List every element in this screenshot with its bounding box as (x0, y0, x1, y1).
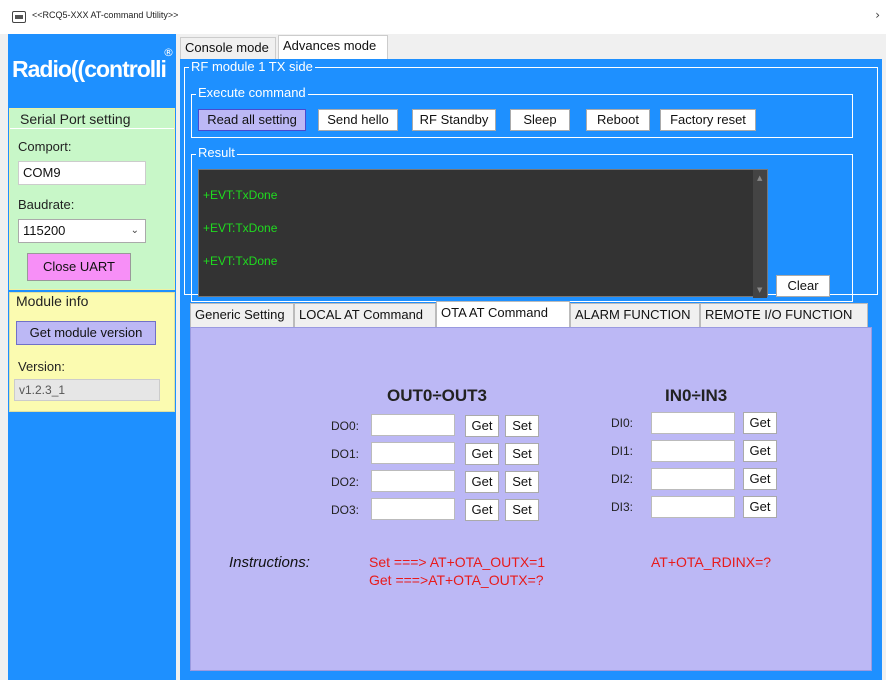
window-title: <<RCQ5-XXX AT-command Utility>> (32, 10, 179, 20)
title-bar: <<RCQ5-XXX AT-command Utility>> › (0, 0, 886, 34)
baudrate-value: 115200 (23, 223, 66, 238)
rf-module-legend: RF module 1 TX side (189, 59, 315, 74)
rf-standby-button[interactable]: RF Standby (412, 109, 496, 131)
do0-label: DO0: (331, 419, 360, 433)
do3-get-button[interactable]: Get (465, 499, 499, 521)
execute-command-group: Execute command Read all setting Send he… (191, 85, 853, 138)
console-line: +EVT:TxDone (203, 188, 278, 202)
do2-field[interactable] (371, 470, 455, 492)
baudrate-label: Baudrate: (18, 197, 75, 212)
execute-command-legend: Execute command (196, 85, 308, 100)
read-all-setting-button[interactable]: Read all setting (198, 109, 306, 131)
do1-field[interactable] (371, 442, 455, 464)
di0-field[interactable] (651, 412, 735, 434)
send-hello-button[interactable]: Send hello (318, 109, 398, 131)
console-line: +EVT:TxDone (203, 254, 278, 268)
di0-label: DI0: (611, 416, 634, 430)
do2-label: DO2: (331, 475, 360, 489)
do3-label: DO3: (331, 503, 360, 517)
clear-button[interactable]: Clear (776, 275, 830, 297)
tab-advances-mode[interactable]: Advances mode (278, 35, 388, 59)
serial-port-group: Serial Port setting Comport: COM9 Baudra… (9, 108, 175, 290)
scroll-down-icon[interactable]: ▼ (757, 286, 762, 294)
instruction-get: Get ===>AT+OTA_OUTX=? (369, 572, 544, 588)
comport-field[interactable]: COM9 (18, 161, 146, 185)
registered-mark: ® (163, 46, 174, 59)
tab-remote-io-function[interactable]: REMOTE I/O FUNCTION (700, 303, 868, 327)
di1-label: DI1: (611, 444, 634, 458)
do1-set-button[interactable]: Set (505, 443, 539, 465)
di0-get-button[interactable]: Get (743, 412, 777, 434)
reboot-button[interactable]: Reboot (586, 109, 650, 131)
comport-label: Comport: (18, 139, 72, 154)
in-section-title: IN0÷IN3 (665, 386, 728, 405)
console-line: +EVT:TxDone (203, 221, 278, 235)
do2-set-button[interactable]: Set (505, 471, 539, 493)
main-area: RF module 1 TX side Execute command Read… (180, 59, 882, 680)
instruction-in: AT+OTA_RDINX=? (651, 554, 772, 570)
do0-field[interactable] (371, 414, 455, 436)
di2-label: DI2: (611, 472, 634, 486)
console-scrollbar[interactable]: ▲ ▼ (753, 170, 767, 298)
result-legend: Result (196, 145, 237, 160)
sleep-button[interactable]: Sleep (510, 109, 570, 131)
do1-get-button[interactable]: Get (465, 443, 499, 465)
scroll-up-icon[interactable]: ▲ (757, 174, 762, 182)
do0-set-button[interactable]: Set (505, 415, 539, 437)
di3-field[interactable] (651, 496, 735, 518)
di1-field[interactable] (651, 440, 735, 462)
divider (10, 128, 174, 129)
logo-text: Radio((controlli (12, 56, 167, 82)
rf-module-group: RF module 1 TX side Execute command Read… (184, 59, 878, 302)
brand-logo: Radio((controlli ® (12, 46, 174, 92)
module-info-legend: Module info (16, 293, 89, 309)
app-window: <<RCQ5-XXX AT-command Utility>> › Radio(… (0, 0, 886, 680)
di2-field[interactable] (651, 468, 735, 490)
factory-reset-button[interactable]: Factory reset (660, 109, 756, 131)
module-info-group: Module info Get module version Version: … (9, 292, 175, 412)
do3-set-button[interactable]: Set (505, 499, 539, 521)
tab-local-at-command[interactable]: LOCAL AT Command (294, 303, 436, 327)
di2-get-button[interactable]: Get (743, 468, 777, 490)
left-panel: Radio((controlli ® Serial Port setting C… (8, 34, 176, 680)
tab-generic-setting[interactable]: Generic Setting (190, 303, 294, 327)
do0-get-button[interactable]: Get (465, 415, 499, 437)
get-module-version-button[interactable]: Get module version (16, 321, 156, 345)
tab-alarm-function[interactable]: ALARM FUNCTION (570, 303, 700, 327)
baudrate-select[interactable]: 115200 ⌄ (18, 219, 146, 243)
di3-get-button[interactable]: Get (743, 496, 777, 518)
chevron-right-icon[interactable]: › (875, 8, 880, 22)
instructions-label: Instructions: (229, 554, 310, 571)
app-icon (12, 11, 26, 23)
chevron-down-icon: ⌄ (130, 225, 139, 236)
do1-label: DO1: (331, 447, 360, 461)
version-field: v1.2.3_1 (14, 379, 160, 401)
tab-console-mode[interactable]: Console mode (180, 37, 276, 59)
serial-port-legend: Serial Port setting (20, 111, 131, 127)
instruction-set: Set ===> AT+OTA_OUTX=1 (369, 554, 546, 570)
result-console[interactable]: +EVT:TxDone +EVT:TxDone +EVT:TxDone ▲ ▼ (198, 169, 768, 298)
do2-get-button[interactable]: Get (465, 471, 499, 493)
tab-ota-at-command[interactable]: OTA AT Command (436, 301, 570, 327)
di1-get-button[interactable]: Get (743, 440, 777, 462)
out-section-title: OUT0÷OUT3 (387, 386, 488, 405)
close-uart-button[interactable]: Close UART (27, 253, 131, 281)
di3-label: DI3: (611, 500, 634, 514)
version-label: Version: (18, 359, 65, 374)
do3-field[interactable] (371, 498, 455, 520)
result-group: Result +EVT:TxDone +EVT:TxDone +EVT:TxDo… (191, 145, 853, 302)
ota-at-command-panel: OUT0÷OUT3 IN0÷IN3 DO0: Get Set DO1: Get … (190, 327, 872, 671)
